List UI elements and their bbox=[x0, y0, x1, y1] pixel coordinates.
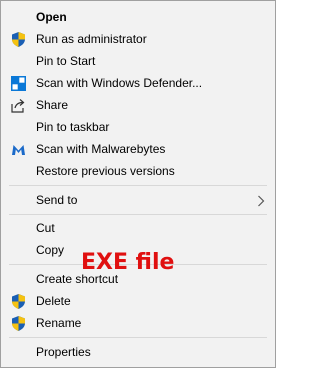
menu-item-cut[interactable]: Cut bbox=[1, 217, 275, 239]
menu-separator bbox=[9, 337, 267, 338]
menu-item-restore-previous-versions[interactable]: Restore previous versions bbox=[1, 160, 275, 182]
menu-item-pin-to-taskbar[interactable]: Pin to taskbar bbox=[1, 116, 275, 138]
menu-item-label: Scan with Windows Defender... bbox=[36, 76, 203, 90]
context-menu: Open Run as administrator Pin to Start S… bbox=[0, 0, 276, 368]
menu-item-label: Run as administrator bbox=[36, 32, 147, 46]
chevron-right-icon bbox=[257, 194, 265, 207]
uac-shield-icon bbox=[10, 315, 27, 332]
menu-item-label: Pin to Start bbox=[36, 54, 96, 68]
menu-item-properties[interactable]: Properties bbox=[1, 341, 275, 363]
menu-item-label: Restore previous versions bbox=[36, 164, 175, 178]
exe-file-annotation: EXE file bbox=[81, 250, 175, 275]
menu-item-scan-malwarebytes[interactable]: Scan with Malwarebytes bbox=[1, 138, 275, 160]
menu-item-share[interactable]: Share bbox=[1, 94, 275, 116]
menu-item-label: Scan with Malwarebytes bbox=[36, 142, 166, 156]
menu-item-label: Share bbox=[36, 98, 69, 112]
share-icon bbox=[10, 97, 27, 114]
menu-item-label: Copy bbox=[36, 243, 65, 257]
menu-item-send-to[interactable]: Send to bbox=[1, 189, 275, 211]
uac-shield-icon bbox=[10, 31, 27, 48]
menu-item-rename[interactable]: Rename bbox=[1, 312, 275, 334]
menu-item-label: Send to bbox=[36, 193, 78, 207]
menu-separator bbox=[9, 214, 267, 215]
menu-item-label: Rename bbox=[36, 316, 82, 330]
menu-item-label: Open bbox=[36, 10, 67, 24]
menu-item-label: Properties bbox=[36, 345, 91, 359]
menu-item-open[interactable]: Open bbox=[1, 6, 275, 28]
windows-defender-icon bbox=[10, 75, 27, 92]
menu-item-label: Pin to taskbar bbox=[36, 120, 110, 134]
menu-separator bbox=[9, 185, 267, 186]
menu-item-delete[interactable]: Delete bbox=[1, 290, 275, 312]
menu-item-run-as-administrator[interactable]: Run as administrator bbox=[1, 28, 275, 50]
uac-shield-icon bbox=[10, 293, 27, 310]
menu-item-scan-defender[interactable]: Scan with Windows Defender... bbox=[1, 72, 275, 94]
menu-item-label: Cut bbox=[36, 221, 55, 235]
menu-item-label: Delete bbox=[36, 294, 71, 308]
menu-item-pin-to-start[interactable]: Pin to Start bbox=[1, 50, 275, 72]
malwarebytes-icon bbox=[10, 141, 27, 158]
